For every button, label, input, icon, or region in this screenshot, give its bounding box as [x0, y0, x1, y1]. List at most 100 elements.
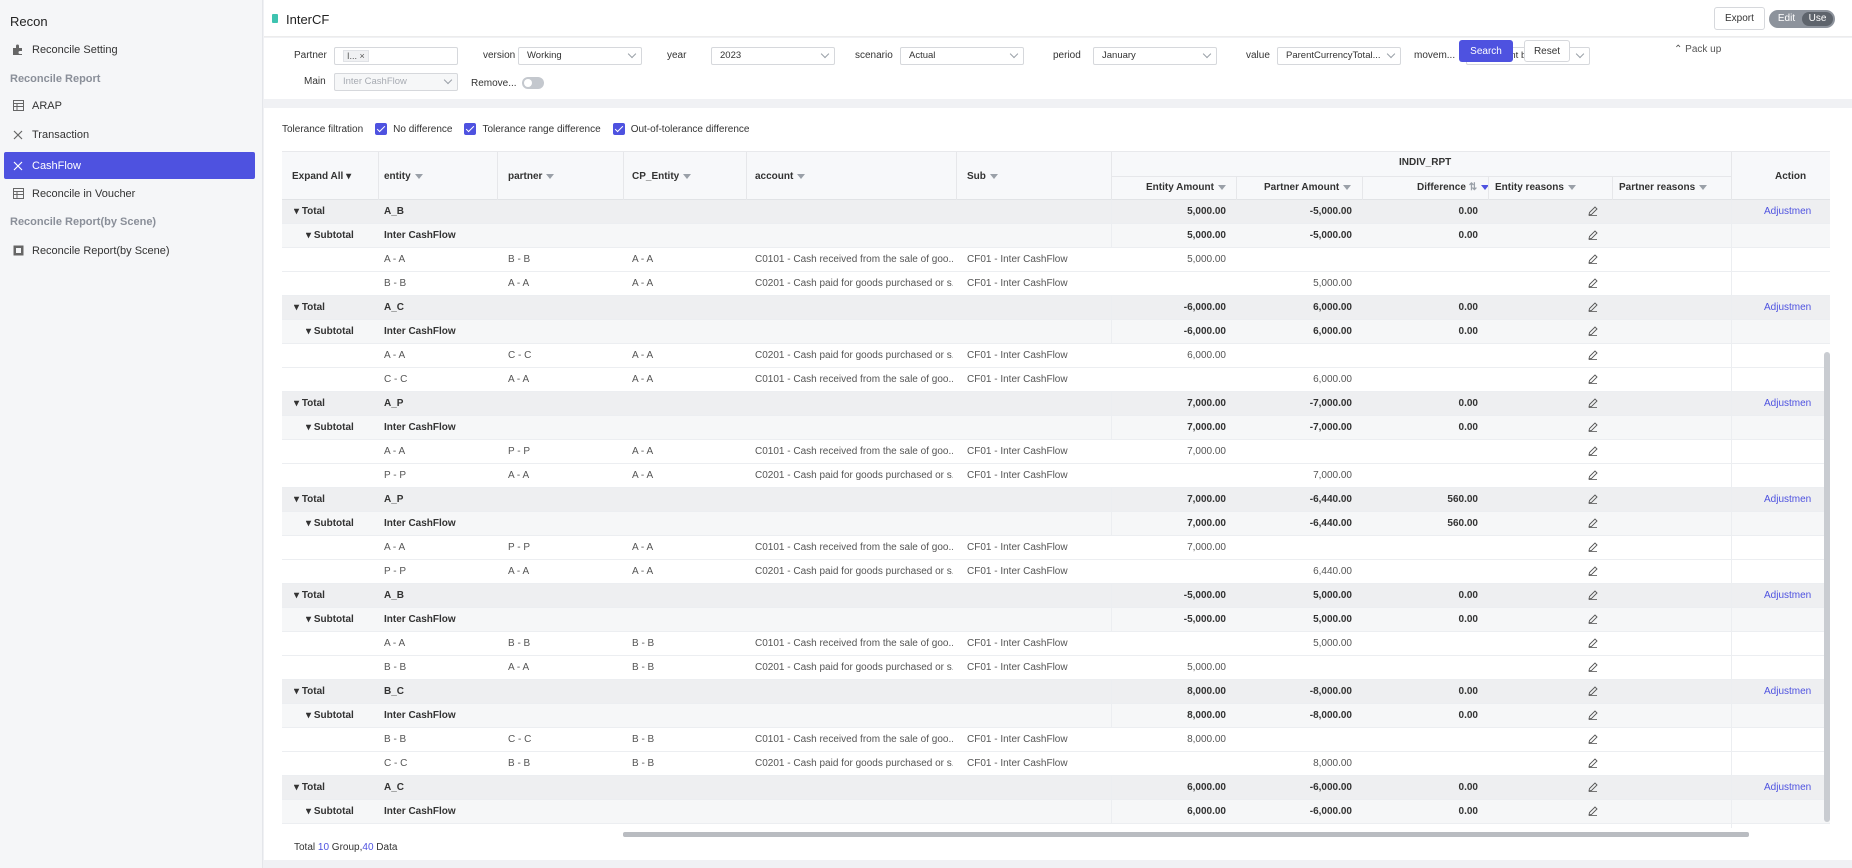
sidebar-item-cashflow[interactable]: CashFlow: [4, 152, 255, 179]
expand-toggle[interactable]: ▾ Subtotal: [306, 416, 354, 440]
sidebar-item-reconcile-setting[interactable]: Reconcile Setting: [4, 36, 255, 63]
expand-toggle[interactable]: ▾ Total: [294, 488, 325, 512]
chip-close-icon[interactable]: ×: [360, 51, 365, 61]
filter-icon[interactable]: [1699, 184, 1708, 190]
adjustment-link[interactable]: Adjustmen: [1764, 584, 1811, 608]
scenario-select[interactable]: Actual: [900, 47, 1024, 65]
edit-icon[interactable]: [1588, 254, 1598, 264]
adjustment-link[interactable]: Adjustmen: [1764, 680, 1811, 704]
col-sub[interactable]: Sub: [967, 171, 998, 182]
edit-icon[interactable]: [1588, 614, 1598, 624]
sidebar-item-reconcile-report-by-scene[interactable]: Reconcile Report(by Scene): [4, 237, 255, 264]
search-button[interactable]: Search: [1459, 40, 1513, 62]
remove-switch[interactable]: [522, 77, 544, 89]
reset-button[interactable]: Reset: [1524, 40, 1570, 62]
col-entity-reasons[interactable]: Entity reasons: [1495, 182, 1576, 193]
row-label: Subtotal: [313, 230, 354, 241]
expand-toggle[interactable]: ▾ Total: [294, 776, 325, 800]
col-partner-reasons[interactable]: Partner reasons: [1619, 182, 1708, 193]
expand-toggle[interactable]: ▾ Subtotal: [306, 224, 354, 248]
edit-icon[interactable]: [1588, 350, 1598, 360]
value-select[interactable]: ParentCurrencyTotal...: [1277, 47, 1401, 65]
expand-toggle[interactable]: ▾ Total: [294, 680, 325, 704]
expand-toggle[interactable]: ▾ Total: [294, 200, 325, 224]
edit-icon[interactable]: [1588, 278, 1598, 288]
sidebar-item-transaction[interactable]: Transaction: [4, 121, 255, 148]
edit-icon[interactable]: [1588, 590, 1598, 600]
expand-toggle[interactable]: ▾ Subtotal: [306, 800, 354, 824]
version-select[interactable]: Working: [518, 47, 642, 65]
edit-icon[interactable]: [1588, 566, 1598, 576]
edit-icon[interactable]: [1588, 710, 1598, 720]
expand-toggle[interactable]: ▾ Subtotal: [306, 608, 354, 632]
edit-icon[interactable]: [1588, 326, 1598, 336]
col-difference[interactable]: Difference ⇅: [1417, 182, 1490, 193]
edit-icon[interactable]: [1588, 230, 1598, 240]
col-partner[interactable]: partner: [508, 171, 555, 182]
adjustment-link[interactable]: Adjustmen: [1764, 392, 1811, 416]
filter-icon[interactable]: [797, 173, 806, 179]
cell-difference: [1363, 656, 1478, 680]
col-entity-amount[interactable]: Entity Amount: [1146, 182, 1226, 193]
cell-account: C0201 - Cash paid for goods purchased or…: [755, 470, 953, 481]
expand-all-button[interactable]: Expand All ▾: [292, 171, 351, 182]
edit-icon[interactable]: [1588, 806, 1598, 816]
filter-icon[interactable]: [546, 173, 555, 179]
filter-icon[interactable]: [1217, 184, 1226, 190]
expand-toggle[interactable]: ▾ Total: [294, 296, 325, 320]
sidebar-item-arap[interactable]: ARAP: [4, 92, 255, 119]
adjustment-link[interactable]: Adjustmen: [1764, 200, 1811, 224]
expand-toggle[interactable]: ▾ Subtotal: [306, 320, 354, 344]
expand-toggle[interactable]: ▾ Subtotal: [306, 704, 354, 728]
edit-icon[interactable]: [1588, 206, 1598, 216]
cell-entity: Inter CashFlow: [384, 230, 456, 241]
toggle-use[interactable]: Use: [1802, 12, 1833, 26]
expand-toggle[interactable]: ▾ Total: [294, 584, 325, 608]
edit-icon[interactable]: [1588, 542, 1598, 552]
sidebar-item-reconcile-in-voucher[interactable]: Reconcile in Voucher: [4, 180, 255, 207]
edit-icon[interactable]: [1588, 518, 1598, 528]
checkbox-tolerance-range[interactable]: Tolerance range difference: [464, 123, 601, 135]
horizontal-scrollbar[interactable]: [623, 832, 1749, 837]
checkbox-no-difference[interactable]: No difference: [375, 123, 452, 135]
edit-icon[interactable]: [1588, 758, 1598, 768]
edit-icon[interactable]: [1588, 446, 1598, 456]
checkbox-out-of-tolerance[interactable]: Out-of-tolerance difference: [612, 123, 749, 135]
filter-icon[interactable]: [414, 173, 423, 179]
edit-use-toggle[interactable]: Edit Use: [1769, 10, 1835, 28]
expand-toggle[interactable]: ▾ Total: [294, 392, 325, 416]
edit-icon[interactable]: [1588, 302, 1598, 312]
footer-data-count: 40: [362, 842, 374, 853]
sort-icon[interactable]: ⇅: [1469, 182, 1477, 193]
export-button[interactable]: Export: [1714, 7, 1765, 30]
col-account[interactable]: account: [755, 171, 806, 182]
period-select[interactable]: January: [1093, 47, 1217, 65]
filter-icon[interactable]: [989, 173, 998, 179]
pack-up-toggle[interactable]: ⌃ Pack up: [1674, 44, 1721, 55]
edit-icon[interactable]: [1588, 782, 1598, 792]
filter-icon[interactable]: [1343, 184, 1352, 190]
col-cp-entity[interactable]: CP_Entity: [632, 171, 692, 182]
toggle-edit[interactable]: Edit: [1771, 12, 1802, 26]
filter-icon[interactable]: [1567, 184, 1576, 190]
filter-icon[interactable]: [683, 173, 692, 179]
adjustment-link[interactable]: Adjustmen: [1764, 776, 1811, 800]
edit-icon[interactable]: [1588, 662, 1598, 672]
edit-icon[interactable]: [1588, 470, 1598, 480]
edit-icon[interactable]: [1588, 734, 1598, 744]
edit-icon[interactable]: [1588, 494, 1598, 504]
edit-icon[interactable]: [1588, 638, 1598, 648]
col-partner-amount[interactable]: Partner Amount: [1264, 182, 1352, 193]
expand-toggle[interactable]: ▾ Subtotal: [306, 512, 354, 536]
adjustment-link[interactable]: Adjustmen: [1764, 488, 1811, 512]
edit-icon[interactable]: [1588, 686, 1598, 696]
edit-icon[interactable]: [1588, 398, 1598, 408]
vertical-scrollbar[interactable]: [1824, 352, 1830, 822]
partner-select[interactable]: I... ×: [334, 47, 458, 65]
table-row: C - C A - A A - A C0101 - Cash received fro…: [282, 368, 1830, 392]
col-entity[interactable]: entity: [384, 171, 423, 182]
edit-icon[interactable]: [1588, 374, 1598, 384]
edit-icon[interactable]: [1588, 422, 1598, 432]
adjustment-link[interactable]: Adjustmen: [1764, 296, 1811, 320]
year-select[interactable]: 2023: [711, 47, 835, 65]
